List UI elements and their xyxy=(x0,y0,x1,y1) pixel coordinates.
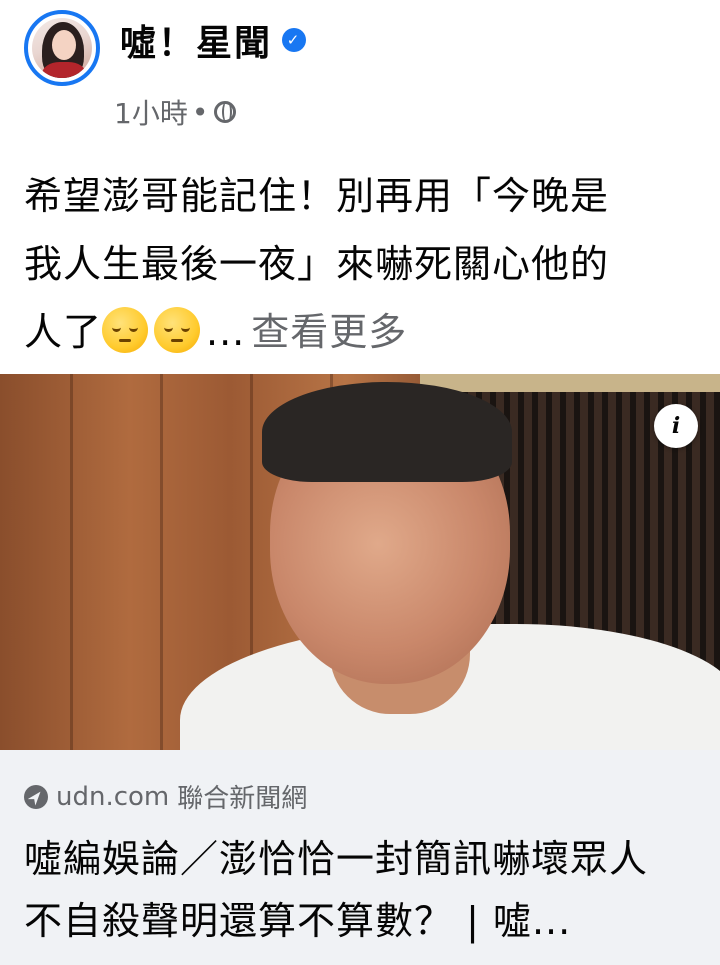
post-text: 希望澎哥能記住！別再用「今晚是 我人生最後一夜」來嚇死關心他的 人了... 查看更… xyxy=(24,162,696,366)
info-icon[interactable]: i xyxy=(654,404,698,448)
see-more-link[interactable]: 查看更多 xyxy=(251,310,407,354)
page-name[interactable]: 噓！星聞 xyxy=(120,14,272,66)
ellipsis: ... xyxy=(206,310,246,354)
link-source: 聯合新聞網 xyxy=(177,784,308,814)
post-text-line: 我人生最後一夜」來嚇死關心他的 xyxy=(24,242,610,286)
link-title[interactable]: 噓編娛論／澎恰恰一封簡訊嚇壞眾人 不自殺聲明還算不算數？ | 噓... xyxy=(24,828,696,952)
link-source-row: udn.com 聯合新聞網 xyxy=(24,778,307,815)
globe-icon xyxy=(214,101,237,123)
pensive-face-icon xyxy=(154,307,201,353)
link-domain: udn.com xyxy=(56,781,170,812)
link-preview-image[interactable]: i xyxy=(0,374,720,750)
post-text-line-last: 人了... 查看更多 xyxy=(24,298,696,366)
verified-badge-icon: ✓ xyxy=(282,28,307,52)
page-name-link[interactable]: 噓！星聞 ✓ xyxy=(120,14,307,66)
avatar-photo xyxy=(32,18,92,78)
compass-icon xyxy=(24,784,48,809)
post-text-line: 人了 xyxy=(24,310,103,354)
post-meta: 1小時 • xyxy=(114,92,237,132)
page-avatar[interactable] xyxy=(24,10,100,86)
pensive-face-icon xyxy=(102,307,149,353)
meta-separator: • xyxy=(191,95,209,129)
post-header: 噓！星聞 ✓ 1小時 • xyxy=(0,0,720,150)
post-time[interactable]: 1小時 xyxy=(114,92,188,132)
link-preview-card[interactable]: udn.com 聯合新聞網 噓編娛論／澎恰恰一封簡訊嚇壞眾人 不自殺聲明還算不算… xyxy=(0,750,720,965)
post-text-line: 希望澎哥能記住！別再用「今晚是 xyxy=(24,174,610,218)
